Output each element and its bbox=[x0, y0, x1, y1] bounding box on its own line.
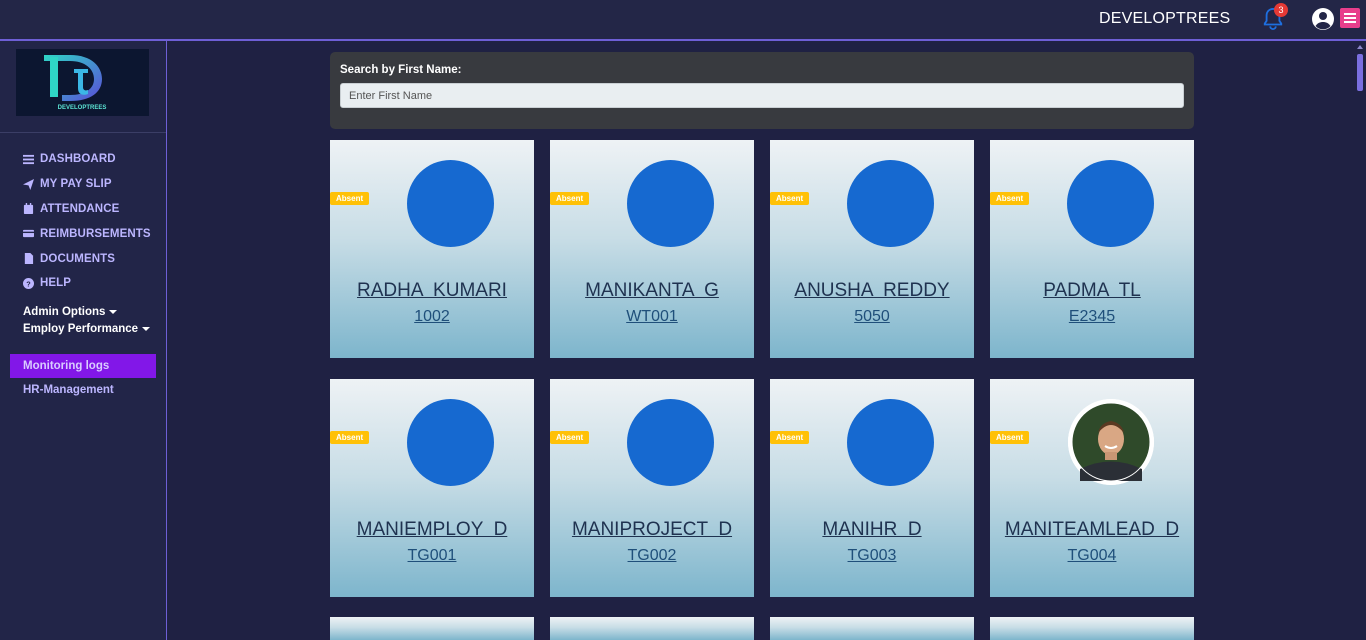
status-badge: Absent bbox=[330, 192, 370, 205]
scrollbar-thumb[interactable] bbox=[1357, 54, 1363, 91]
sidebar-item-label: DOCUMENTS bbox=[40, 252, 116, 265]
status-badge: Absent bbox=[330, 431, 370, 444]
hamburger-menu-icon[interactable] bbox=[1340, 8, 1360, 28]
sidebar-item-dashboard[interactable]: DASHBOARD bbox=[23, 147, 151, 172]
admin-options-dropdown[interactable]: Admin Options bbox=[23, 303, 150, 320]
employee-card[interactable]: Absent ANUSHA REDDY 5050 bbox=[770, 140, 974, 358]
question-circle-icon: ? bbox=[23, 277, 34, 289]
user-circle-icon[interactable] bbox=[1311, 7, 1335, 31]
sidebar-item-label: HELP bbox=[40, 277, 72, 290]
svg-text:?: ? bbox=[26, 279, 31, 288]
paper-plane-icon bbox=[23, 178, 34, 190]
logo-text: DEVELOPTREES bbox=[58, 105, 107, 111]
search-panel: Search by First Name: bbox=[330, 52, 1194, 129]
company-logo[interactable]: DEVELOPTREES bbox=[16, 49, 149, 116]
employee-name-link[interactable]: PADMA TL bbox=[990, 280, 1194, 302]
sidebar-item-my-pay-slip[interactable]: MY PAY SLIP bbox=[23, 172, 151, 197]
employee-card-partial[interactable] bbox=[550, 617, 754, 640]
employee-code-link[interactable]: 1002 bbox=[330, 308, 534, 326]
employee-card-partial[interactable] bbox=[990, 617, 1194, 640]
employee-card[interactable]: Absent MANIKANTA G WT001 bbox=[550, 140, 754, 358]
avatar bbox=[627, 399, 714, 486]
employee-code-link[interactable]: WT001 bbox=[550, 308, 754, 326]
employee-card[interactable]: Absent MANITEAMLEAD D TG004 bbox=[990, 379, 1194, 597]
employee-card[interactable]: Absent PADMA TL E2345 bbox=[990, 140, 1194, 358]
employee-name-link[interactable]: RADHA KUMARI bbox=[330, 280, 534, 302]
sidebar-nav: DASHBOARD MY PAY SLIP ATTENDANCE REIMBUR… bbox=[23, 147, 151, 296]
employee-name-link[interactable]: MANIKANTA G bbox=[550, 280, 754, 302]
avatar bbox=[847, 399, 934, 486]
employee-code-link[interactable]: TG003 bbox=[770, 547, 974, 565]
employee-code-link[interactable]: TG002 bbox=[550, 547, 754, 565]
calendar-icon bbox=[23, 203, 34, 215]
sidebar-item-label: REIMBURSEMENTS bbox=[40, 227, 151, 240]
employee-name-link[interactable]: MANIEMPLOY D bbox=[330, 519, 534, 541]
status-badge: Absent bbox=[550, 431, 590, 444]
admin-options-label: Admin Options bbox=[23, 305, 106, 318]
sidebar-item-attendance[interactable]: ATTENDANCE bbox=[23, 197, 151, 222]
sidebar-item-documents[interactable]: DOCUMENTS bbox=[23, 246, 151, 271]
employee-card[interactable]: Absent RADHA KUMARI 1002 bbox=[330, 140, 534, 358]
search-label: Search by First Name: bbox=[340, 64, 462, 76]
employee-card-partial[interactable] bbox=[330, 617, 534, 640]
employ-performance-dropdown[interactable]: Employ Performance bbox=[23, 320, 151, 337]
status-badge: Absent bbox=[770, 192, 810, 205]
status-badge: Absent bbox=[770, 431, 810, 444]
employee-name-link[interactable]: MANITEAMLEAD D bbox=[990, 519, 1194, 541]
employee-card[interactable]: Absent MANIEMPLOY D TG001 bbox=[330, 379, 534, 597]
scroll-up-arrow-icon[interactable] bbox=[1357, 45, 1363, 49]
top-navbar: DEVELOPTREES 3 bbox=[0, 0, 1366, 41]
sidebar: DEVELOPTREES DASHBOARD MY PAY SLIP ATTEN… bbox=[0, 41, 167, 640]
first-name-search-input[interactable] bbox=[340, 83, 1184, 108]
person-photo-icon bbox=[1068, 399, 1154, 485]
employee-code-link[interactable]: 5050 bbox=[770, 308, 974, 326]
notification-badge: 3 bbox=[1274, 3, 1288, 17]
brand-name[interactable]: DEVELOPTREES bbox=[1099, 10, 1230, 28]
employee-name-link[interactable]: ANUSHA REDDY bbox=[770, 280, 974, 302]
avatar bbox=[1067, 160, 1154, 247]
employ-performance-label: Employ Performance bbox=[23, 322, 139, 335]
employee-code-link[interactable]: TG004 bbox=[990, 547, 1194, 565]
page-scrollbar[interactable] bbox=[1354, 41, 1366, 640]
status-badge: Absent bbox=[990, 192, 1030, 205]
bars-icon bbox=[23, 154, 34, 164]
status-badge: Absent bbox=[550, 192, 590, 205]
employee-name-link[interactable]: MANIPROJECT D bbox=[550, 519, 754, 541]
sidebar-item-label: MY PAY SLIP bbox=[40, 178, 112, 191]
admin-dropdowns: Admin Options Employ Performance bbox=[23, 303, 151, 337]
credit-card-icon bbox=[23, 230, 34, 238]
employee-code-link[interactable]: E2345 bbox=[990, 308, 1194, 326]
sidebar-item-help[interactable]: ? HELP bbox=[23, 271, 151, 296]
sidebar-divider bbox=[0, 132, 166, 133]
sidebar-item-label: ATTENDANCE bbox=[40, 202, 120, 215]
avatar bbox=[407, 399, 494, 486]
avatar-photo bbox=[1068, 399, 1154, 485]
employee-card[interactable]: Absent MANIPROJECT D TG002 bbox=[550, 379, 754, 597]
avatar bbox=[627, 160, 714, 247]
status-badge: Absent bbox=[990, 431, 1030, 444]
avatar bbox=[407, 160, 494, 247]
employee-card-partial[interactable] bbox=[770, 617, 974, 640]
logo-graphic: DEVELOPTREES bbox=[44, 55, 107, 111]
avatar bbox=[847, 160, 934, 247]
caret-down-icon bbox=[142, 326, 151, 331]
sidebar-item-reimbursements[interactable]: REIMBURSEMENTS bbox=[23, 221, 151, 246]
employee-code-link[interactable]: TG001 bbox=[330, 547, 534, 565]
employee-card[interactable]: Absent MANIHR D TG003 bbox=[770, 379, 974, 597]
sidebar-item-monitoring-logs[interactable]: Monitoring logs bbox=[10, 354, 156, 378]
sidebar-item-hr-management[interactable]: HR-Management bbox=[23, 384, 114, 396]
caret-down-icon bbox=[109, 309, 118, 314]
file-icon bbox=[24, 253, 34, 265]
employee-name-link[interactable]: MANIHR D bbox=[770, 519, 974, 541]
sidebar-item-label: DASHBOARD bbox=[40, 153, 116, 166]
